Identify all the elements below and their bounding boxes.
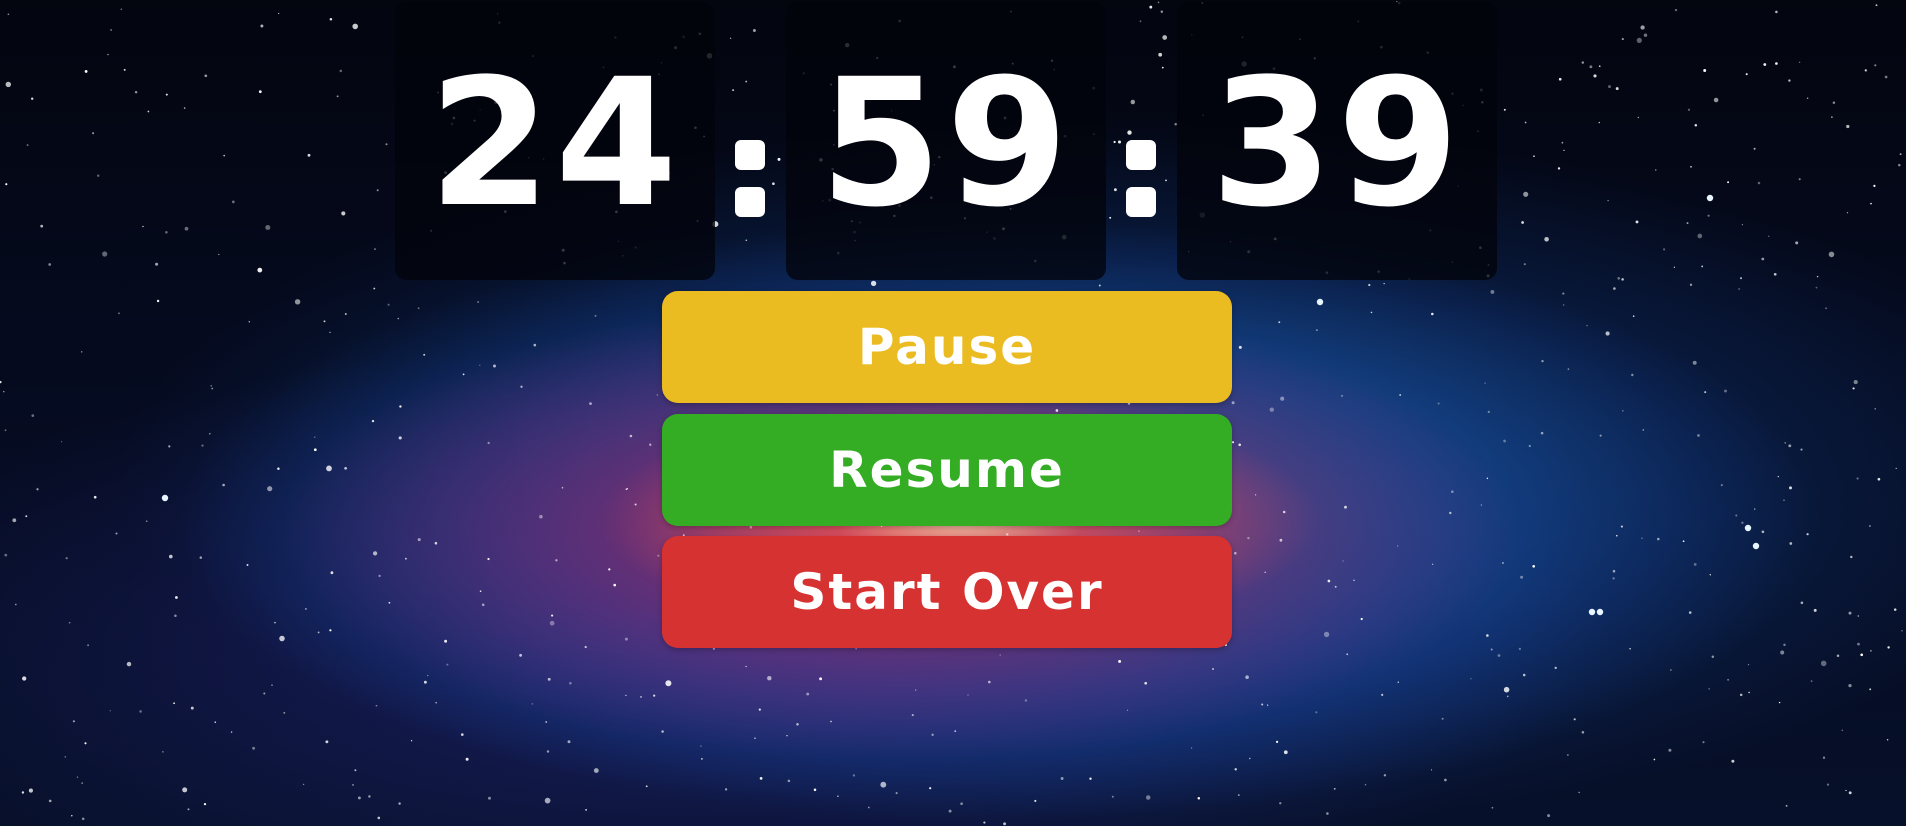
seconds-value: 39 (1210, 41, 1464, 246)
minutes-value: 59 (819, 41, 1073, 246)
countdown-page: 24 59 39 Pause Resume Start Over (0, 0, 1906, 826)
resume-button[interactable]: Resume (662, 414, 1232, 526)
pause-button[interactable]: Pause (662, 291, 1232, 403)
hours-value: 24 (428, 41, 682, 246)
start-over-button[interactable]: Start Over (662, 536, 1232, 648)
separator-dot (1126, 140, 1156, 170)
time-separator (715, 140, 785, 217)
separator-dot (1126, 187, 1156, 217)
separator-dot (735, 140, 765, 170)
countdown-timer: 24 59 39 (395, 0, 1500, 285)
time-separator (1106, 140, 1176, 217)
separator-dot (735, 187, 765, 217)
